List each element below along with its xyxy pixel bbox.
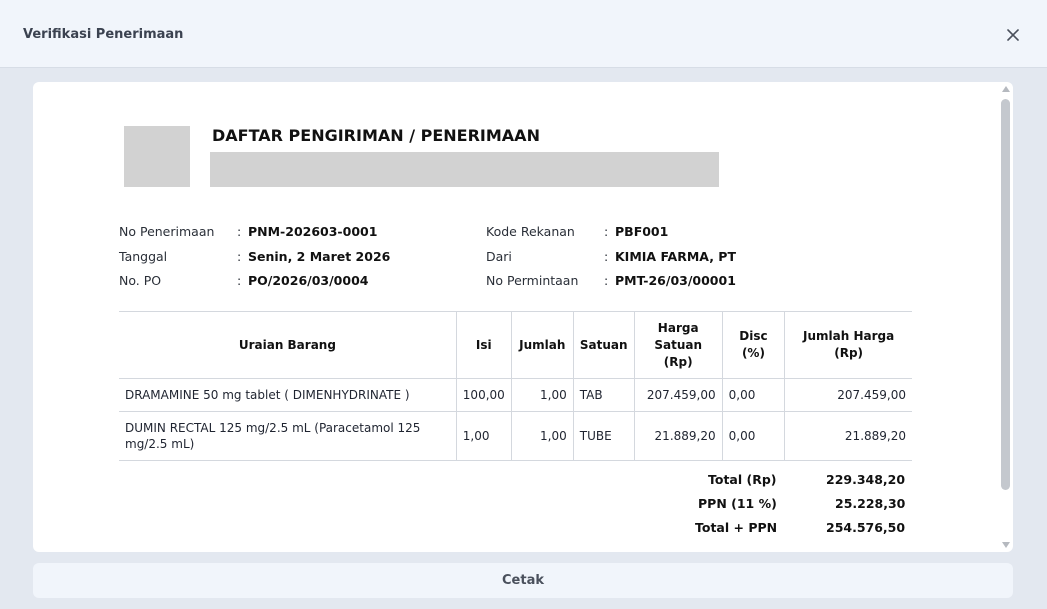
col-header-harga-satuan: Harga Satuan (Rp) (633, 311, 723, 379)
col-header-isi: Isi (455, 311, 512, 379)
total-value: 229.348,20 (826, 472, 906, 487)
cell-satuan: TUBE (572, 411, 635, 461)
info-label: Tanggal (119, 249, 168, 264)
col-header-jumlah-harga: Jumlah Harga (Rp) (784, 311, 912, 379)
info-label: Dari (486, 249, 512, 264)
info-label: No Permintaan (486, 273, 579, 288)
info-colon: : (604, 224, 609, 239)
info-value: PNM-202603-0001 (248, 224, 378, 239)
cell-disc: 0,00 (721, 378, 785, 412)
cell-total: 21.889,20 (784, 411, 912, 461)
cell-satuan: TAB (572, 378, 635, 412)
close-button[interactable] (1002, 24, 1024, 46)
ppn-value: 25.228,30 (835, 496, 906, 511)
modal-title: Verifikasi Penerimaan (23, 27, 184, 42)
cell-jumlah: 1,00 (510, 378, 574, 412)
info-value: Senin, 2 Maret 2026 (248, 249, 391, 264)
info-value: PO/2026/03/0004 (248, 273, 369, 288)
info-colon: : (237, 249, 242, 264)
info-colon: : (604, 273, 609, 288)
vertical-scrollbar[interactable] (999, 82, 1013, 552)
document-title: DAFTAR PENGIRIMAN / PENERIMAAN (212, 126, 540, 145)
grand-total-value: 254.576,50 (826, 520, 906, 535)
company-address-placeholder (210, 152, 719, 187)
cell-harga: 207.459,00 (633, 378, 723, 412)
total-label: Total (Rp) (708, 472, 777, 487)
table-row: DUMIN RECTAL 125 mg/2.5 mL (Paracetamol … (119, 411, 912, 461)
scroll-thumb[interactable] (1001, 99, 1010, 490)
cell-disc: 0,00 (721, 411, 785, 461)
scroll-down-icon[interactable] (1001, 540, 1011, 550)
ppn-label: PPN (11 %) (698, 496, 777, 511)
print-button[interactable]: Cetak (33, 563, 1013, 598)
info-value: PMT-26/03/00001 (615, 273, 736, 288)
info-value: KIMIA FARMA, PT (615, 249, 736, 264)
info-value: PBF001 (615, 224, 669, 239)
col-header-satuan: Satuan (572, 311, 635, 379)
info-colon: : (237, 273, 242, 288)
company-logo-placeholder (124, 126, 190, 187)
info-label: No. PO (119, 273, 162, 288)
info-colon: : (604, 249, 609, 264)
cell-uraian: DRAMAMINE 50 mg tablet ( DIMENHYDRINATE … (119, 378, 457, 412)
info-label: Kode Rekanan (486, 224, 575, 239)
cell-harga: 21.889,20 (633, 411, 723, 461)
close-icon (1007, 29, 1019, 41)
cell-uraian: DUMIN RECTAL 125 mg/2.5 mL (Paracetamol … (119, 411, 457, 461)
col-header-disc: Disc (%) (721, 311, 785, 379)
items-table: Uraian Barang Isi Jumlah Satuan Harga Sat… (119, 311, 912, 461)
cell-isi: 100,00 (455, 378, 512, 412)
scroll-up-icon[interactable] (1001, 84, 1011, 94)
cell-total: 207.459,00 (784, 378, 912, 412)
col-header-jumlah: Jumlah (510, 311, 574, 379)
document-preview: DAFTAR PENGIRIMAN / PENERIMAAN No Peneri… (33, 82, 1013, 552)
cell-isi: 1,00 (455, 411, 512, 461)
cell-jumlah: 1,00 (510, 411, 574, 461)
table-header-row: Uraian Barang Isi Jumlah Satuan Harga Sat… (119, 311, 912, 379)
grand-total-label: Total + PPN (695, 520, 778, 535)
col-header-uraian: Uraian Barang (119, 311, 457, 379)
modal-header: Verifikasi Penerimaan (0, 0, 1047, 68)
info-label: No Penerimaan (119, 224, 215, 239)
table-row: DRAMAMINE 50 mg tablet ( DIMENHYDRINATE … (119, 378, 912, 412)
info-colon: : (237, 224, 242, 239)
